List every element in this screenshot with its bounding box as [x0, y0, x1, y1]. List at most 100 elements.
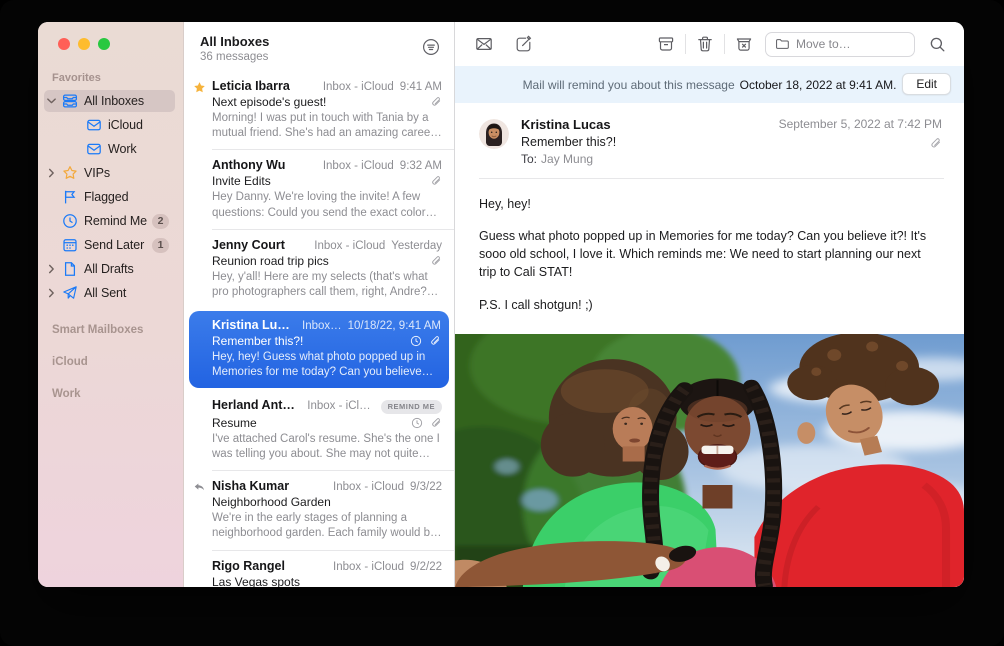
- message-recipients: To: Jay Mung: [521, 152, 779, 166]
- recipient-name[interactable]: Jay Mung: [541, 152, 593, 166]
- sidebar-item-send-later[interactable]: Send Later 1: [44, 234, 175, 256]
- flag-icon: [62, 189, 78, 205]
- mailbox-list: All Inboxes iCloud Work VIPs Flagged Remind M…: [38, 90, 183, 304]
- message-row[interactable]: Anthony Wu Inbox - iCloud 9:32 AM Invite…: [184, 150, 454, 229]
- sidebar-item-label: Flagged: [84, 190, 128, 204]
- reply-icon: [193, 481, 206, 494]
- attachment-paperclip-icon[interactable]: [779, 137, 942, 150]
- document-icon: [62, 261, 78, 277]
- edit-reminder-button[interactable]: Edit: [902, 73, 951, 95]
- sidebar-item-all-sent[interactable]: All Sent: [44, 282, 175, 304]
- move-to-label: Move to…: [796, 37, 851, 51]
- message-row[interactable]: Nisha Kumar Inbox - iCloud 9/3/22 Neighb…: [184, 471, 454, 550]
- remind-me-badge: REMIND ME: [381, 400, 442, 414]
- message-row[interactable]: Jenny Court Inbox - iCloud Yesterday Reu…: [184, 230, 454, 309]
- message-count: 36 messages: [200, 51, 269, 63]
- body-paragraph: P.S. I call shotgun! ;): [479, 296, 940, 314]
- sidebar-item-remind-me[interactable]: Remind Me 2: [44, 210, 175, 232]
- body-paragraph: Hey, hey!: [479, 195, 940, 213]
- reminder-banner: Mail will remind you about this message …: [455, 66, 964, 103]
- junk-icon[interactable]: [735, 35, 753, 53]
- chevron-right-icon[interactable]: [48, 264, 60, 274]
- message-sender[interactable]: Kristina Lucas: [521, 117, 779, 132]
- paperclip-icon: [429, 335, 441, 347]
- sidebar-section-work[interactable]: Work: [52, 388, 183, 400]
- sidebar-item-label: All Inboxes: [84, 94, 144, 108]
- message-row[interactable]: Herland Antezana Inbox - iCl… REMIND ME …: [184, 390, 454, 471]
- reminder-date: October 18, 2022 at 9:41 AM.: [740, 78, 897, 92]
- message-date: September 5, 2022 at 7:42 PM: [779, 117, 942, 131]
- sidebar-item-work[interactable]: Work: [68, 138, 175, 160]
- sidebar-item-label: VIPs: [84, 166, 110, 180]
- sidebar-item-label: Work: [108, 142, 137, 156]
- paperplane-icon: [62, 285, 78, 301]
- move-to-field[interactable]: Move to…: [765, 32, 915, 57]
- message-row[interactable]: Kristina Lucas Inbox… 10/18/22, 9:41 AM …: [189, 311, 449, 388]
- paperclip-icon: [430, 417, 442, 429]
- avatar[interactable]: [479, 119, 509, 149]
- sidebar-item-label: All Drafts: [84, 262, 134, 276]
- toolbar-divider: [724, 34, 725, 54]
- close-button[interactable]: [58, 38, 70, 50]
- sidebar-item-all-drafts[interactable]: All Drafts: [44, 258, 175, 280]
- toolbar-divider: [685, 34, 686, 54]
- unread-badge: 2: [152, 214, 169, 229]
- unread-badge: 1: [152, 238, 169, 253]
- message-subject: Remember this?!: [521, 135, 779, 149]
- sidebar-item-label: iCloud: [108, 118, 143, 132]
- mail-window: Favorites All Inboxes iCloud Work VIPs Flagg…: [38, 22, 964, 587]
- window-controls: [38, 36, 183, 50]
- sidebar: Favorites All Inboxes iCloud Work VIPs Flagg…: [38, 22, 184, 587]
- compose-icon[interactable]: [515, 35, 533, 53]
- paperclip-icon: [430, 255, 442, 267]
- sidebar-item-vips[interactable]: VIPs: [44, 162, 175, 184]
- mailbox-title: All Inboxes: [200, 34, 269, 49]
- message-body: Hey, hey! Guess what photo popped up in M…: [455, 179, 964, 334]
- message-rows: Leticia Ibarra Inbox - iCloud 9:41 AM Ne…: [184, 71, 454, 587]
- clock-icon: [62, 213, 78, 229]
- paperclip-icon: [430, 175, 442, 187]
- message-header: Kristina Lucas Remember this?! To: Jay Mu…: [455, 103, 964, 174]
- reminder-text: Mail will remind you about this message: [523, 78, 735, 92]
- clock-icon: [410, 335, 422, 347]
- sidebar-section-icloud[interactable]: iCloud: [52, 356, 183, 368]
- mailbox-icon: [86, 117, 102, 133]
- filter-icon[interactable]: [422, 38, 440, 56]
- tray-icon: [62, 93, 78, 109]
- archive-icon[interactable]: [657, 35, 675, 53]
- star-icon: [193, 81, 206, 94]
- chevron-right-icon[interactable]: [48, 288, 60, 298]
- photo-attachment[interactable]: [455, 334, 964, 587]
- minimize-button[interactable]: [78, 38, 90, 50]
- clock-icon: [411, 417, 423, 429]
- sidebar-item-all-inboxes[interactable]: All Inboxes: [44, 90, 175, 112]
- chevron-down-icon[interactable]: [48, 96, 60, 106]
- sidebar-sections: Smart Mailboxes iCloud Work: [38, 324, 183, 400]
- message-view-pane: Move to… Mail will remind you about this…: [455, 22, 964, 587]
- message-list-header: All Inboxes 36 messages: [184, 22, 454, 71]
- calendar-icon: [62, 237, 78, 253]
- sidebar-item-icloud[interactable]: iCloud: [68, 114, 175, 136]
- message-list-pane: All Inboxes 36 messages Leticia Ibarra I…: [184, 22, 455, 587]
- mailbox-icon: [86, 141, 102, 157]
- sidebar-item-flagged[interactable]: Flagged: [44, 186, 175, 208]
- sidebar-section-smart-mailboxes[interactable]: Smart Mailboxes: [52, 324, 183, 336]
- message-row[interactable]: Leticia Ibarra Inbox - iCloud 9:41 AM Ne…: [184, 71, 454, 150]
- body-paragraph: Guess what photo popped up in Memories f…: [479, 227, 940, 281]
- favorites-section-label: Favorites: [52, 72, 183, 84]
- message-row[interactable]: Rigo Rangel Inbox - iCloud 9/2/22 Las Ve…: [184, 551, 454, 587]
- chevron-right-icon[interactable]: [48, 168, 60, 178]
- paperclip-icon: [430, 96, 442, 108]
- photo-three-friends: [455, 334, 964, 587]
- sidebar-item-label: Remind Me: [84, 214, 147, 228]
- to-label: To:: [521, 152, 537, 166]
- zoom-button[interactable]: [98, 38, 110, 50]
- sidebar-item-label: Send Later: [84, 238, 144, 252]
- get-mail-icon[interactable]: [475, 35, 493, 53]
- sidebar-item-label: All Sent: [84, 286, 126, 300]
- folder-icon: [775, 37, 789, 51]
- star-icon: [62, 165, 78, 181]
- desktop-background: Favorites All Inboxes iCloud Work VIPs Flagg…: [0, 0, 1004, 646]
- trash-icon[interactable]: [696, 35, 714, 53]
- search-icon[interactable]: [929, 36, 946, 53]
